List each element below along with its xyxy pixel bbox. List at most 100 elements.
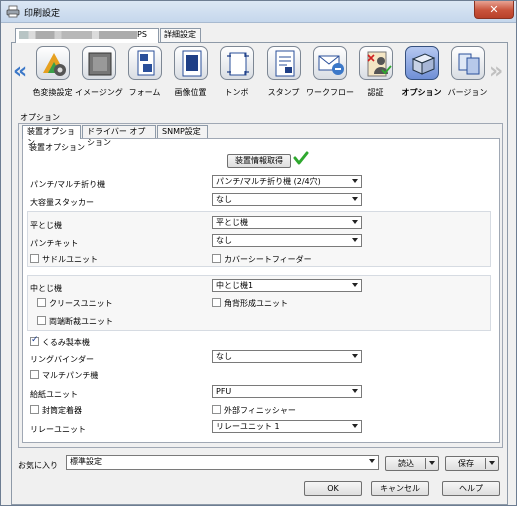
chevron-down-icon <box>352 424 358 428</box>
saddle-binding-select[interactable]: 中とじ機1 <box>212 279 362 292</box>
workflow-icon <box>312 46 347 80</box>
split-divider <box>485 458 486 469</box>
split-divider <box>425 458 426 469</box>
icon-label: トンボ <box>224 88 249 97</box>
multi-punch-checkbox[interactable]: マルチパンチ機 <box>30 370 98 381</box>
icon-label: フォーム <box>128 88 161 97</box>
chevron-down-icon <box>352 220 358 224</box>
close-button[interactable]: ✕ <box>474 1 514 19</box>
cancel-button[interactable]: キャンセル <box>371 481 429 496</box>
title-bar[interactable]: 印刷設定 ✕ <box>1 1 516 23</box>
punch-kit-value: なし <box>216 236 232 245</box>
checkbox-box-checked <box>30 335 39 346</box>
perfect-binder-label: くるみ製本機 <box>42 338 90 347</box>
ring-binder-select[interactable]: なし <box>212 350 362 363</box>
icon-tab-version[interactable]: バージョン <box>444 44 491 98</box>
ok-button[interactable]: OK <box>304 481 362 496</box>
checkbox-box <box>37 298 46 307</box>
stamp-icon <box>266 46 301 80</box>
checkbox-box <box>212 405 221 414</box>
trim-unit-label: 両端断裁ユニット <box>49 317 113 326</box>
group-legend: 装置オプション <box>29 143 85 152</box>
icon-label: 画像位置 <box>174 88 207 97</box>
icon-label: バージョン <box>447 88 488 97</box>
checkbox-box <box>30 370 39 379</box>
tab-device-options[interactable]: 装置オプション <box>22 125 81 147</box>
chevron-down-icon <box>352 238 358 242</box>
chevron-down-icon <box>369 459 375 463</box>
options-icon <box>404 46 439 80</box>
stacker-value: なし <box>216 195 232 204</box>
authentication-icon <box>358 46 393 80</box>
get-device-info-button[interactable]: 装置情報取得 <box>227 154 291 168</box>
print-settings-window: 印刷設定 ✕ PS 詳細設定 « » 色変換設定 イメージング フォーム 画像位… <box>0 0 517 506</box>
crease-unit-checkbox[interactable]: クリースユニット <box>37 298 113 309</box>
chevron-down-icon[interactable] <box>489 461 495 465</box>
tab-model-suffix: PS <box>137 30 147 39</box>
icon-label: 色変換設定 <box>32 88 73 97</box>
check-icon <box>293 151 309 165</box>
icon-tab-color-conversion[interactable]: 色変換設定 <box>29 44 76 98</box>
punch-folder-value: パンチ/マルチ折り機 (2/4穴) <box>216 177 321 186</box>
punch-kit-select[interactable]: なし <box>212 234 362 247</box>
icon-label: 認証 <box>367 88 384 97</box>
envelope-fuser-label: 封筒定着器 <box>42 406 82 415</box>
chevron-down-icon <box>352 389 358 393</box>
square-fold-unit-checkbox[interactable]: 角背形成ユニット <box>212 298 288 309</box>
chevron-down-icon <box>352 354 358 358</box>
cover-sheet-feeder-checkbox[interactable]: カバーシートフィーダー <box>212 254 312 265</box>
image-position-icon <box>173 46 208 80</box>
trim-unit-checkbox[interactable]: 両端断裁ユニット <box>37 316 113 327</box>
icon-tab-imaging[interactable]: イメージング <box>75 44 123 98</box>
icon-tab-form[interactable]: フォーム <box>121 44 168 98</box>
tab-model[interactable]: PS <box>15 28 159 43</box>
favorites-select[interactable]: 標準設定 <box>66 455 379 470</box>
checkbox-box <box>30 405 39 414</box>
version-icon <box>450 46 485 80</box>
form-icon <box>127 46 162 80</box>
paper-feed-unit-label: 給紙ユニット <box>30 390 78 399</box>
icon-tab-crop-marks[interactable]: トンボ <box>213 44 260 98</box>
favorites-label: お気に入り <box>18 461 58 470</box>
checkbox-box <box>212 298 221 307</box>
icon-tab-workflow[interactable]: ワークフロー <box>306 44 354 98</box>
save-button[interactable]: 保存 <box>445 456 499 471</box>
scroll-left-icon[interactable]: « <box>13 59 27 84</box>
punch-folder-label: パンチ/マルチ折り機 <box>30 180 106 189</box>
relay-unit-label: リレーユニット <box>30 425 86 434</box>
save-button-label: 保存 <box>458 459 474 468</box>
icon-tab-authentication[interactable]: 認証 <box>352 44 399 98</box>
relay-unit-select[interactable]: リレーユニット 1 <box>212 420 362 433</box>
section-title: オプション <box>20 113 60 122</box>
paper-feed-unit-select[interactable]: PFU <box>212 385 362 398</box>
chevron-down-icon[interactable] <box>429 461 435 465</box>
paper-feed-unit-value: PFU <box>216 387 232 396</box>
icon-tab-options[interactable]: オプション <box>398 44 445 98</box>
icon-label: スタンプ <box>267 88 300 97</box>
punch-folder-select[interactable]: パンチ/マルチ折り機 (2/4穴) <box>212 175 362 188</box>
stacker-select[interactable]: なし <box>212 193 362 206</box>
help-button[interactable]: ヘルプ <box>442 481 500 496</box>
model-name-redacted <box>19 30 137 39</box>
imaging-icon <box>81 46 116 80</box>
multi-punch-label: マルチパンチ機 <box>42 371 99 380</box>
tab-snmp-settings[interactable]: SNMP設定 <box>157 125 208 138</box>
envelope-fuser-checkbox[interactable]: 封筒定着器 <box>30 405 82 416</box>
external-finisher-checkbox[interactable]: 外部フィニッシャー <box>212 405 296 416</box>
scroll-right-icon[interactable]: » <box>489 59 503 84</box>
perfect-binder-checkbox[interactable]: くるみ製本機 <box>30 335 90 348</box>
checkbox-box <box>30 254 39 263</box>
icon-tab-image-position[interactable]: 画像位置 <box>167 44 214 98</box>
icon-tab-stamp[interactable]: スタンプ <box>260 44 307 98</box>
load-button[interactable]: 読込 <box>385 456 439 471</box>
printer-icon <box>6 5 20 18</box>
saddle-binding-label: 中とじ機 <box>30 284 62 293</box>
punch-kit-label: パンチキット <box>30 239 79 248</box>
tab-detail-settings[interactable]: 詳細設定 <box>160 28 201 42</box>
ring-binder-label: リングバインダー <box>30 355 94 364</box>
saddle-unit-checkbox[interactable]: サドルユニット <box>30 254 98 265</box>
chevron-down-icon <box>352 197 358 201</box>
flat-binding-select[interactable]: 平とじ機 <box>212 216 362 229</box>
checkbox-box <box>212 254 221 263</box>
tab-driver-options[interactable]: ドライバー オプション <box>82 125 156 147</box>
